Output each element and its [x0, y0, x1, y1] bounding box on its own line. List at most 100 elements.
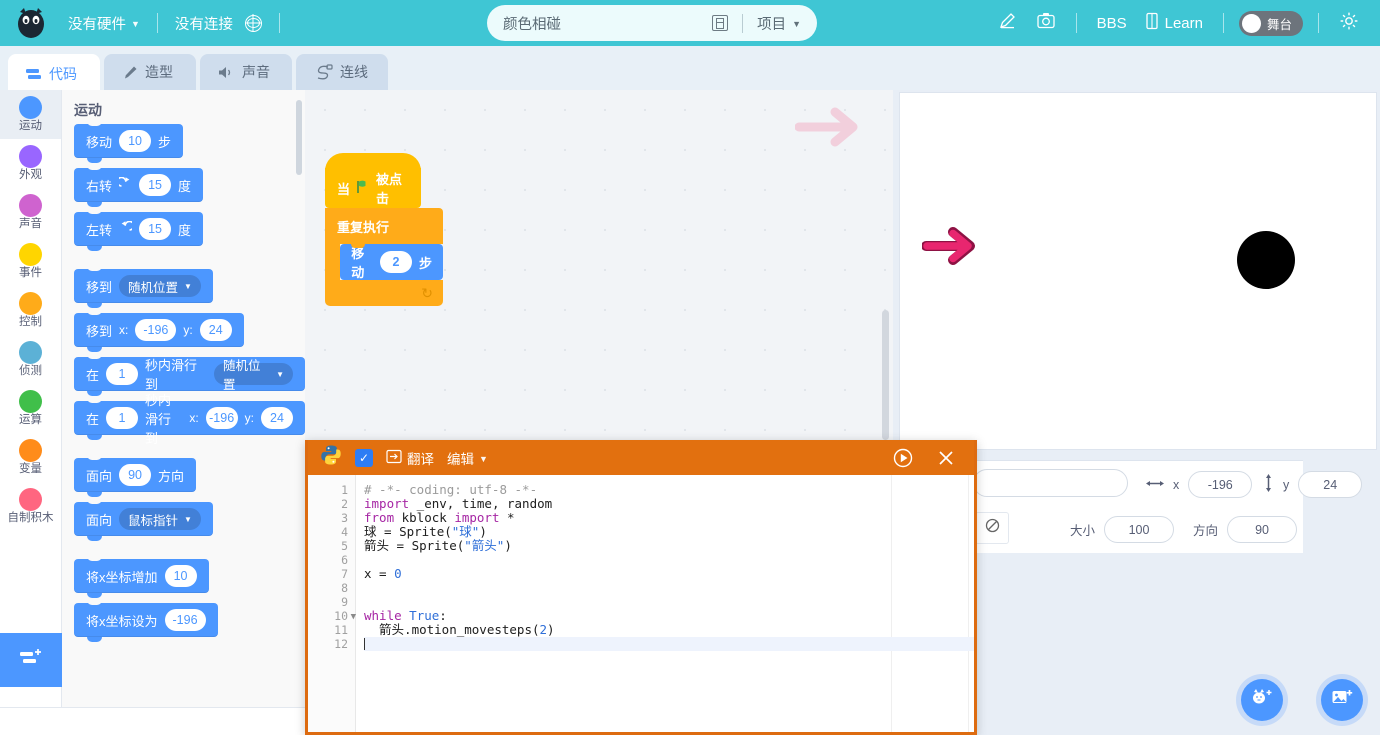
category-events[interactable]: 事件: [0, 237, 61, 286]
code-token: :: [439, 608, 447, 623]
block-dropdown-target[interactable]: 鼠标指针 ▼: [119, 508, 201, 530]
block-input-steps[interactable]: 10: [119, 130, 152, 152]
tab-code[interactable]: 代码: [8, 54, 100, 94]
sprite-direction-input[interactable]: 90: [1227, 516, 1298, 543]
sprite-x-input[interactable]: -196: [1188, 471, 1253, 498]
category-sound[interactable]: 声音: [0, 188, 61, 237]
code-line[interactable]: 箭头.motion_movesteps(2): [364, 623, 974, 637]
category-operators[interactable]: 运算: [0, 384, 61, 433]
block-forever[interactable]: 重复执行 移动 2 步 ↻: [325, 208, 443, 306]
code-line[interactable]: while True:: [364, 609, 974, 623]
palette-scrollbar[interactable]: [296, 100, 302, 175]
code-line[interactable]: [364, 553, 974, 567]
code-editor[interactable]: 1 2 3 4 5 6 7 8 9 10 ▼ 11 12 # -*- coding: utf-8 -*-…: [308, 475, 974, 732]
script-stack[interactable]: 当 被点击 重复执行 移动 2 步 ↻: [325, 153, 443, 306]
category-my-blocks[interactable]: 自制积木: [0, 482, 61, 531]
code-line[interactable]: [364, 637, 974, 651]
project-menu[interactable]: 项目 ▼: [757, 13, 801, 34]
block-change-x-by[interactable]: 将x坐标增加 10: [74, 556, 209, 598]
run-code-button[interactable]: [892, 447, 914, 469]
auto-sync-checkbox[interactable]: ✓: [355, 448, 373, 467]
hardware-menu[interactable]: 没有硬件 ▼: [62, 0, 146, 46]
block-glide-to-location[interactable]: 在 1 秒内滑行到 随机位置 ▼: [74, 354, 305, 396]
code-line[interactable]: from kblock import *: [364, 511, 974, 525]
code-token: "球": [451, 524, 480, 539]
tab-sounds[interactable]: 声音: [200, 54, 292, 90]
sprite-y-input[interactable]: 24: [1298, 471, 1363, 498]
tab-wiring[interactable]: 连线: [296, 54, 388, 90]
connection-status[interactable]: 没有连接: [169, 0, 239, 46]
block-input-x[interactable]: -196: [164, 609, 206, 631]
block-input-x[interactable]: -196: [135, 319, 177, 341]
workspace-vertical-scrollbar[interactable]: [882, 310, 889, 440]
block-goto-location[interactable]: 移到 随机位置 ▼: [74, 266, 213, 308]
stage-sprite-arrow[interactable]: [921, 226, 984, 271]
learn-link[interactable]: Learn: [1136, 12, 1212, 34]
block-dropdown-location[interactable]: 随机位置 ▼: [119, 275, 201, 297]
stage-toggle[interactable]: 舞台: [1238, 10, 1303, 36]
block-turn-left[interactable]: 左转 15 度: [74, 209, 204, 251]
block-input-secs[interactable]: 1: [106, 363, 139, 385]
block-palette[interactable]: 运动 移动 10 步 右转 15 度 左转 15 度 移到 随机位置 ▼ 移到 …: [62, 90, 305, 707]
save-icon[interactable]: [712, 15, 729, 31]
block-input-degrees[interactable]: 15: [139, 218, 172, 240]
block-input-direction[interactable]: 90: [119, 464, 152, 486]
code-line[interactable]: # -*- coding: utf-8 -*-: [364, 483, 974, 497]
block-input-y[interactable]: 24: [261, 407, 293, 429]
close-code-window-button[interactable]: [936, 448, 956, 468]
block-input-dx[interactable]: 10: [164, 565, 197, 587]
python-code-window[interactable]: ✓ 翻译 编辑 ▼ 123456 7 8 9 10 ▼ 11 12 # -*- …: [305, 440, 977, 735]
block-glide-to-xy[interactable]: 在 1 秒内滑行到 x: -196 y: 24: [74, 393, 305, 446]
tab-costumes[interactable]: 造型: [104, 54, 196, 90]
block-point-towards[interactable]: 面向 鼠标指针 ▼: [74, 499, 213, 541]
category-motion[interactable]: 运动: [0, 90, 61, 139]
add-sprite-button[interactable]: [1241, 679, 1283, 721]
block-turn-right[interactable]: 右转 15 度: [74, 165, 204, 207]
category-sensing[interactable]: 侦测: [0, 335, 61, 384]
block-input-secs[interactable]: 1: [106, 407, 139, 429]
code-line[interactable]: 球 = Sprite("球"): [364, 525, 974, 539]
block-dropdown-location[interactable]: 随机位置 ▼: [214, 359, 293, 392]
code-line[interactable]: x = 0: [364, 567, 974, 581]
code-token: 0: [394, 566, 402, 581]
code-line[interactable]: import _env, time, random: [364, 497, 974, 511]
block-set-x-to[interactable]: 将x坐标设为 -196: [74, 600, 218, 642]
fold-arrow-icon[interactable]: ▼: [351, 610, 356, 624]
block-move-steps[interactable]: 移动 10 步: [74, 121, 184, 163]
camera-button[interactable]: [1027, 0, 1065, 46]
settings-button[interactable]: [1330, 0, 1368, 46]
code-line[interactable]: 箭头 = Sprite("箭头"): [364, 539, 974, 553]
edit-menu[interactable]: 编辑 ▼: [447, 448, 488, 468]
code-line[interactable]: [364, 595, 974, 609]
app-logo[interactable]: [0, 0, 62, 46]
block-goto-xy[interactable]: 移到 x: -196 y: 24: [74, 310, 244, 352]
translate-button[interactable]: 翻译: [386, 448, 434, 468]
wiring-icon: [313, 64, 333, 80]
block-input-x[interactable]: -196: [205, 407, 238, 429]
block-input-y[interactable]: 24: [199, 319, 232, 341]
bbs-link[interactable]: BBS: [1088, 15, 1136, 32]
add-backdrop-button[interactable]: [1321, 679, 1363, 721]
project-name-input[interactable]: 颜色相碰: [503, 13, 712, 34]
code-content[interactable]: # -*- coding: utf-8 -*- import _env, time…: [364, 475, 974, 651]
category-looks[interactable]: 外观: [0, 139, 61, 188]
category-control[interactable]: 控制: [0, 286, 61, 335]
block-input-degrees[interactable]: 15: [139, 174, 172, 196]
add-extension-button[interactable]: [0, 633, 62, 687]
block-when-flag-clicked[interactable]: 当 被点击: [325, 168, 421, 208]
category-variables[interactable]: 变量: [0, 433, 61, 482]
dropdown-value: 随机位置: [223, 359, 261, 392]
sprite-name-input[interactable]: [973, 469, 1128, 497]
edit-button[interactable]: [989, 0, 1027, 46]
block-point-in-direction[interactable]: 面向 90 方向: [74, 455, 197, 497]
block-move-steps-inner[interactable]: 移动 2 步: [340, 244, 443, 280]
language-button[interactable]: [239, 0, 268, 46]
code-line[interactable]: [364, 581, 974, 595]
stage-sprite-ball[interactable]: [1237, 231, 1295, 289]
sprite-size-input[interactable]: 100: [1104, 516, 1175, 543]
translate-label: 翻译: [407, 451, 434, 467]
horizontal-arrows-icon: [1146, 478, 1164, 492]
stage-canvas[interactable]: [899, 92, 1377, 450]
block-input-steps[interactable]: 2: [379, 251, 412, 273]
sprite-visibility-button[interactable]: [975, 512, 1009, 544]
